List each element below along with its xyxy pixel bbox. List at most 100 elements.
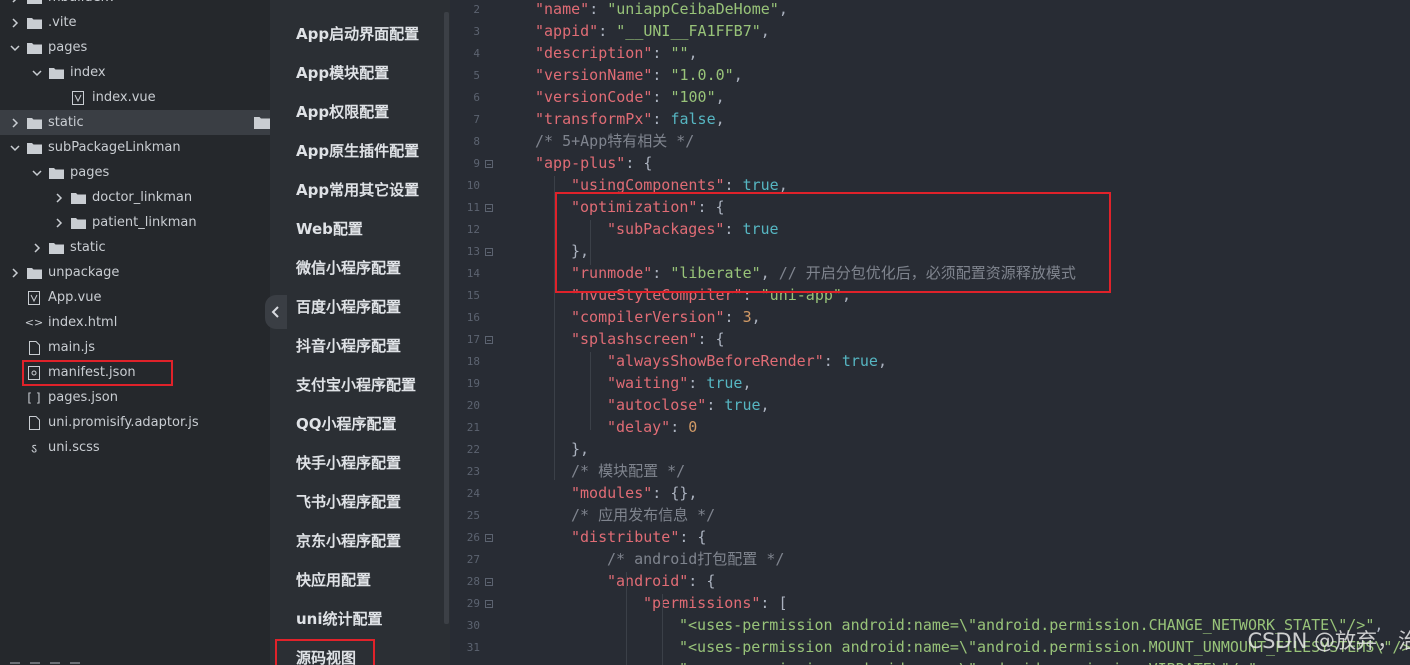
code-line[interactable]: /* 应用发布信息 */ <box>571 504 715 526</box>
chevron-right-icon[interactable] <box>8 0 22 5</box>
nav-item[interactable]: Web配置 <box>296 217 363 241</box>
code-line[interactable]: "versionName": "1.0.0", <box>535 64 743 86</box>
tree-file[interactable]: manifest.json <box>0 360 270 385</box>
code-line[interactable]: "usingComponents": true, <box>571 174 788 196</box>
code-line[interactable]: "runmode": "liberate", // 开启分包优化后，必须配置资源… <box>571 262 1076 284</box>
line-number: 19 <box>466 377 480 390</box>
code-token: : <box>724 176 743 194</box>
open-folder-icon[interactable] <box>254 116 270 133</box>
code-line[interactable]: "modules": {}, <box>571 482 697 504</box>
fold-toggle-icon[interactable] <box>485 248 493 256</box>
line-number: 15 <box>466 289 480 302</box>
chevron-right-icon[interactable] <box>52 216 66 230</box>
nav-item[interactable]: App权限配置 <box>296 100 389 124</box>
tree-file[interactable]: App.vue <box>0 285 270 310</box>
line-number: 30 <box>466 619 480 632</box>
nav-item[interactable]: 快应用配置 <box>296 568 371 592</box>
nav-item[interactable]: 飞书小程序配置 <box>296 490 401 514</box>
nav-item[interactable]: App模块配置 <box>296 61 389 85</box>
tree-folder[interactable]: .vite <box>0 10 270 35</box>
tree-folder[interactable]: patient_linkman <box>0 210 270 235</box>
nav-item[interactable]: 支付宝小程序配置 <box>296 373 416 397</box>
code-token: "1.0.0" <box>670 66 734 84</box>
code-line[interactable]: "autoclose": true, <box>607 394 770 416</box>
code-line[interactable]: "delay": 0 <box>607 416 697 438</box>
chevron-right-icon[interactable] <box>8 266 22 280</box>
tree-item-label: pages <box>70 165 110 180</box>
code-line[interactable]: "android": { <box>607 570 715 592</box>
tree-folder[interactable]: index <box>0 60 270 85</box>
nav-item[interactable]: QQ小程序配置 <box>296 412 397 436</box>
code-line[interactable]: /* 模块配置 */ <box>571 460 685 482</box>
nav-item[interactable]: 快手小程序配置 <box>296 451 401 475</box>
code-editor[interactable]: 2 "name": "uniappCeibaDeHome", 3 "appid": "… <box>450 0 1410 665</box>
fold-toggle-icon[interactable] <box>485 204 493 212</box>
chevron-right-icon[interactable] <box>8 116 22 130</box>
code-line[interactable]: "nvueStyleCompiler": "uni-app", <box>571 284 851 306</box>
code-line[interactable]: "optimization": { <box>571 196 725 218</box>
tree-folder[interactable]: pages <box>0 35 270 60</box>
code-line[interactable]: "name": "uniappCeibaDeHome", <box>535 0 788 20</box>
nav-item[interactable]: 抖音小程序配置 <box>296 334 401 358</box>
fold-toggle-icon[interactable] <box>485 534 493 542</box>
nav-item[interactable]: 百度小程序配置 <box>296 295 401 319</box>
code-line[interactable]: "splashscreen": { <box>571 328 725 350</box>
chevron-right-icon[interactable] <box>30 241 44 255</box>
nav-item[interactable]: uni统计配置 <box>296 607 383 631</box>
code-token: 3 <box>742 308 752 326</box>
tree-folder[interactable]: unpackage <box>0 260 270 285</box>
chevron-down-icon[interactable] <box>30 66 44 80</box>
code-line[interactable]: "subPackages": true <box>607 218 779 240</box>
code-line[interactable]: "distribute": { <box>571 526 706 548</box>
code-line[interactable]: }, <box>571 438 589 460</box>
fold-toggle-icon[interactable] <box>485 578 493 586</box>
code-token: : [ <box>760 594 788 612</box>
tree-folder[interactable]: mbuilderx <box>0 0 270 10</box>
code-line[interactable]: "alwaysShowBeforeRender": true, <box>607 350 887 372</box>
fold-toggle-icon[interactable] <box>485 160 493 168</box>
code-line[interactable]: "appid": "__UNI__FA1FFB7", <box>535 20 770 42</box>
code-token: : <box>652 264 671 282</box>
collapse-panel-button[interactable] <box>265 295 287 329</box>
chevron-down-icon[interactable] <box>8 41 22 55</box>
tree-item-label: doctor_linkman <box>92 190 193 205</box>
code-line[interactable]: "permissions": [ <box>643 592 788 614</box>
chevron-right-icon[interactable] <box>8 16 22 30</box>
tree-file[interactable]: index.vue <box>0 85 270 110</box>
code-line[interactable]: }, <box>571 240 589 262</box>
fold-toggle-icon[interactable] <box>485 600 493 608</box>
code-line[interactable]: "<uses-permission android:name=\"android… <box>679 658 1266 665</box>
tree-file[interactable]: uni.promisify.adaptor.js <box>0 410 270 435</box>
nav-item[interactable]: App原生插件配置 <box>296 139 419 163</box>
code-line[interactable]: "description": "", <box>535 42 698 64</box>
code-line[interactable]: /* 5+App特有相关 */ <box>535 130 694 152</box>
code-line[interactable]: "compilerVersion": 3, <box>571 306 761 328</box>
nav-item[interactable]: App常用其它设置 <box>296 178 419 202</box>
code-line[interactable]: "versionCode": "100", <box>535 86 725 108</box>
tree-folder[interactable]: pages <box>0 160 270 185</box>
tree-folder[interactable]: static <box>0 235 270 260</box>
tree-file[interactable]: ऽ uni.scss <box>0 435 270 460</box>
nav-item[interactable]: 微信小程序配置 <box>296 256 401 280</box>
nav-item[interactable]: App启动界面配置 <box>296 22 419 46</box>
chevron-right-icon[interactable] <box>52 191 66 205</box>
tree-file[interactable]: [ ] pages.json <box>0 385 270 410</box>
tree-bottom-toolbar <box>0 655 270 665</box>
code-token: "appid" <box>535 22 599 40</box>
tree-folder[interactable]: subPackageLinkman <box>0 135 270 160</box>
tree-file[interactable]: <> index.html <box>0 310 270 335</box>
nav-item[interactable]: 源码视图 <box>296 646 356 665</box>
nav-scrollbar[interactable] <box>444 12 449 624</box>
chevron-down-icon[interactable] <box>8 141 22 155</box>
code-line[interactable]: "app-plus": { <box>535 152 652 174</box>
fold-toggle-icon[interactable] <box>485 336 493 344</box>
code-line[interactable]: "waiting": true, <box>607 372 752 394</box>
nav-item[interactable]: 京东小程序配置 <box>296 529 401 553</box>
tree-folder[interactable]: doctor_linkman <box>0 185 270 210</box>
code-line[interactable]: /* android打包配置 */ <box>607 548 784 570</box>
code-line[interactable]: "transformPx": false, <box>535 108 725 130</box>
tree-file[interactable]: main.js <box>0 335 270 360</box>
code-token: "android" <box>607 572 689 590</box>
tree-folder[interactable]: static <box>0 110 270 135</box>
chevron-down-icon[interactable] <box>30 166 44 180</box>
